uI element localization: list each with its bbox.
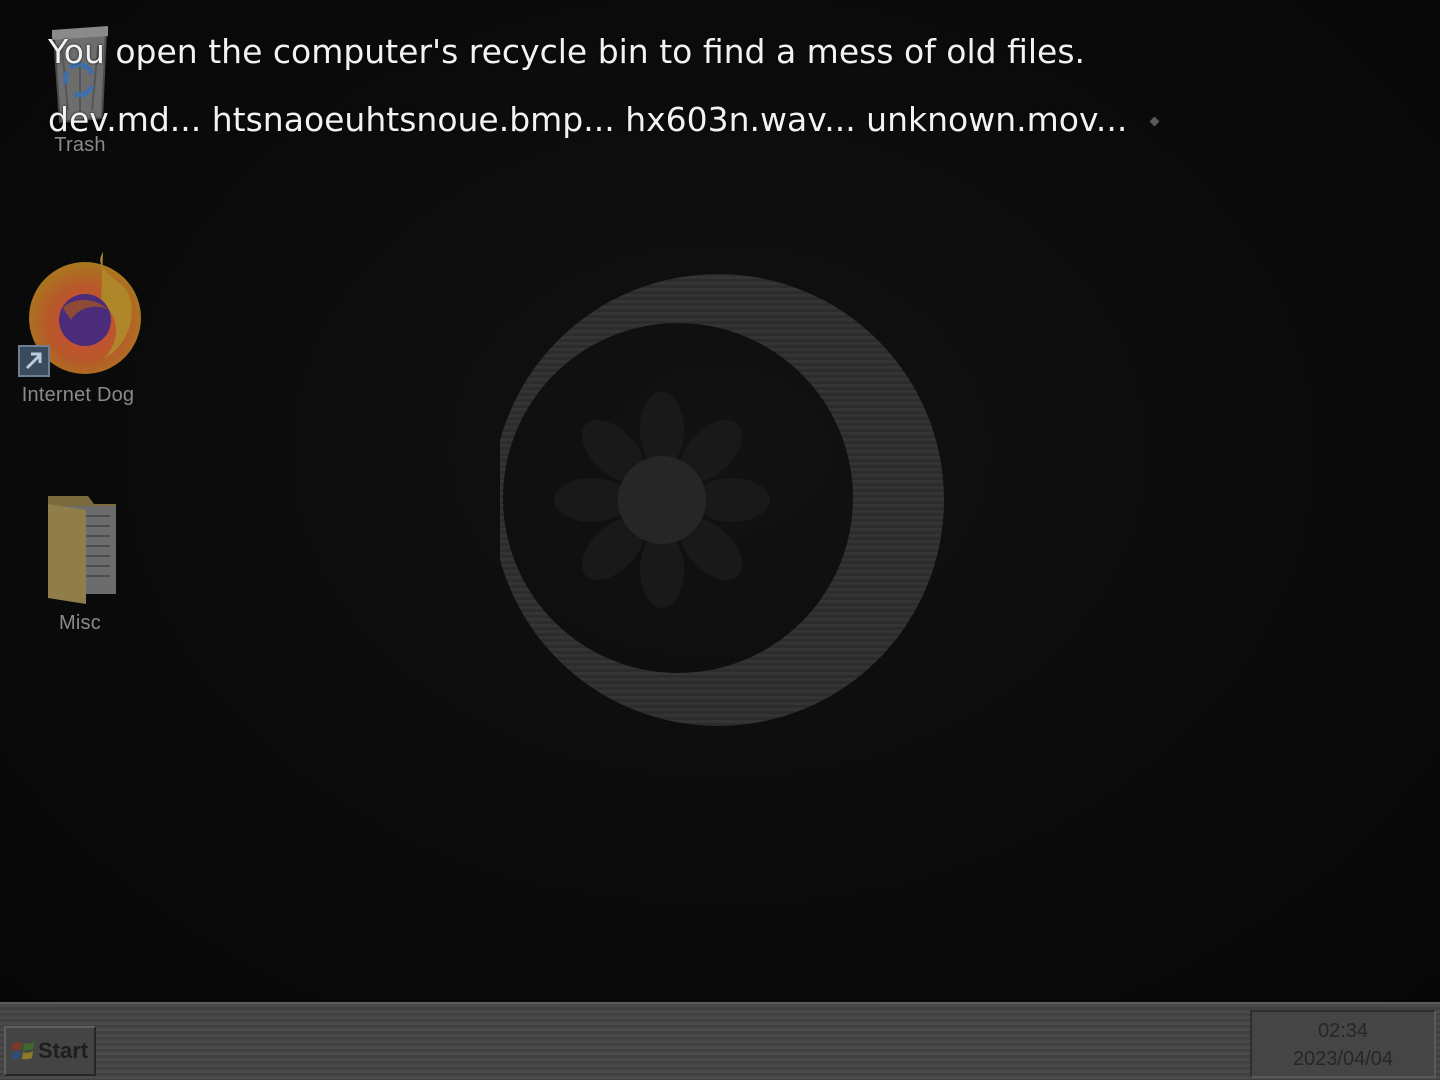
narration-line-2: dev.md... htsnaoeuhtsnoue.bmp... hx603n.… [48,86,1248,154]
desktop-icon-label: Misc [59,612,101,634]
wallpaper-logo [500,274,944,726]
narration-line-2-text: dev.md... htsnaoeuhtsnoue.bmp... hx603n.… [48,100,1128,139]
folder-icon [30,490,130,608]
desktop: Trash Internet Dog Misc You open the com… [0,0,1440,1002]
desktop-icon-internet-dog[interactable]: Internet Dog [8,248,148,407]
continue-indicator-icon [1149,116,1160,127]
windows-logo-icon [11,1042,34,1060]
narration-line-1: You open the computer's recycle bin to f… [48,32,1086,71]
clock-date: 2023/04/04 [1292,1048,1394,1070]
taskbar: Start 02:34 2023/04/04 [0,1002,1440,1080]
browser-icon [13,248,143,380]
desktop-icon-label: Internet Dog [21,384,135,406]
start-button-label: Start [38,1038,89,1063]
system-clock: 02:34 2023/04/04 [1250,1010,1436,1078]
clock-time: 02:34 [1317,1020,1369,1042]
desktop-icon-misc[interactable]: Misc [10,490,150,635]
narration-box[interactable]: You open the computer's recycle bin to f… [48,18,1248,154]
start-button[interactable]: Start [4,1026,96,1076]
